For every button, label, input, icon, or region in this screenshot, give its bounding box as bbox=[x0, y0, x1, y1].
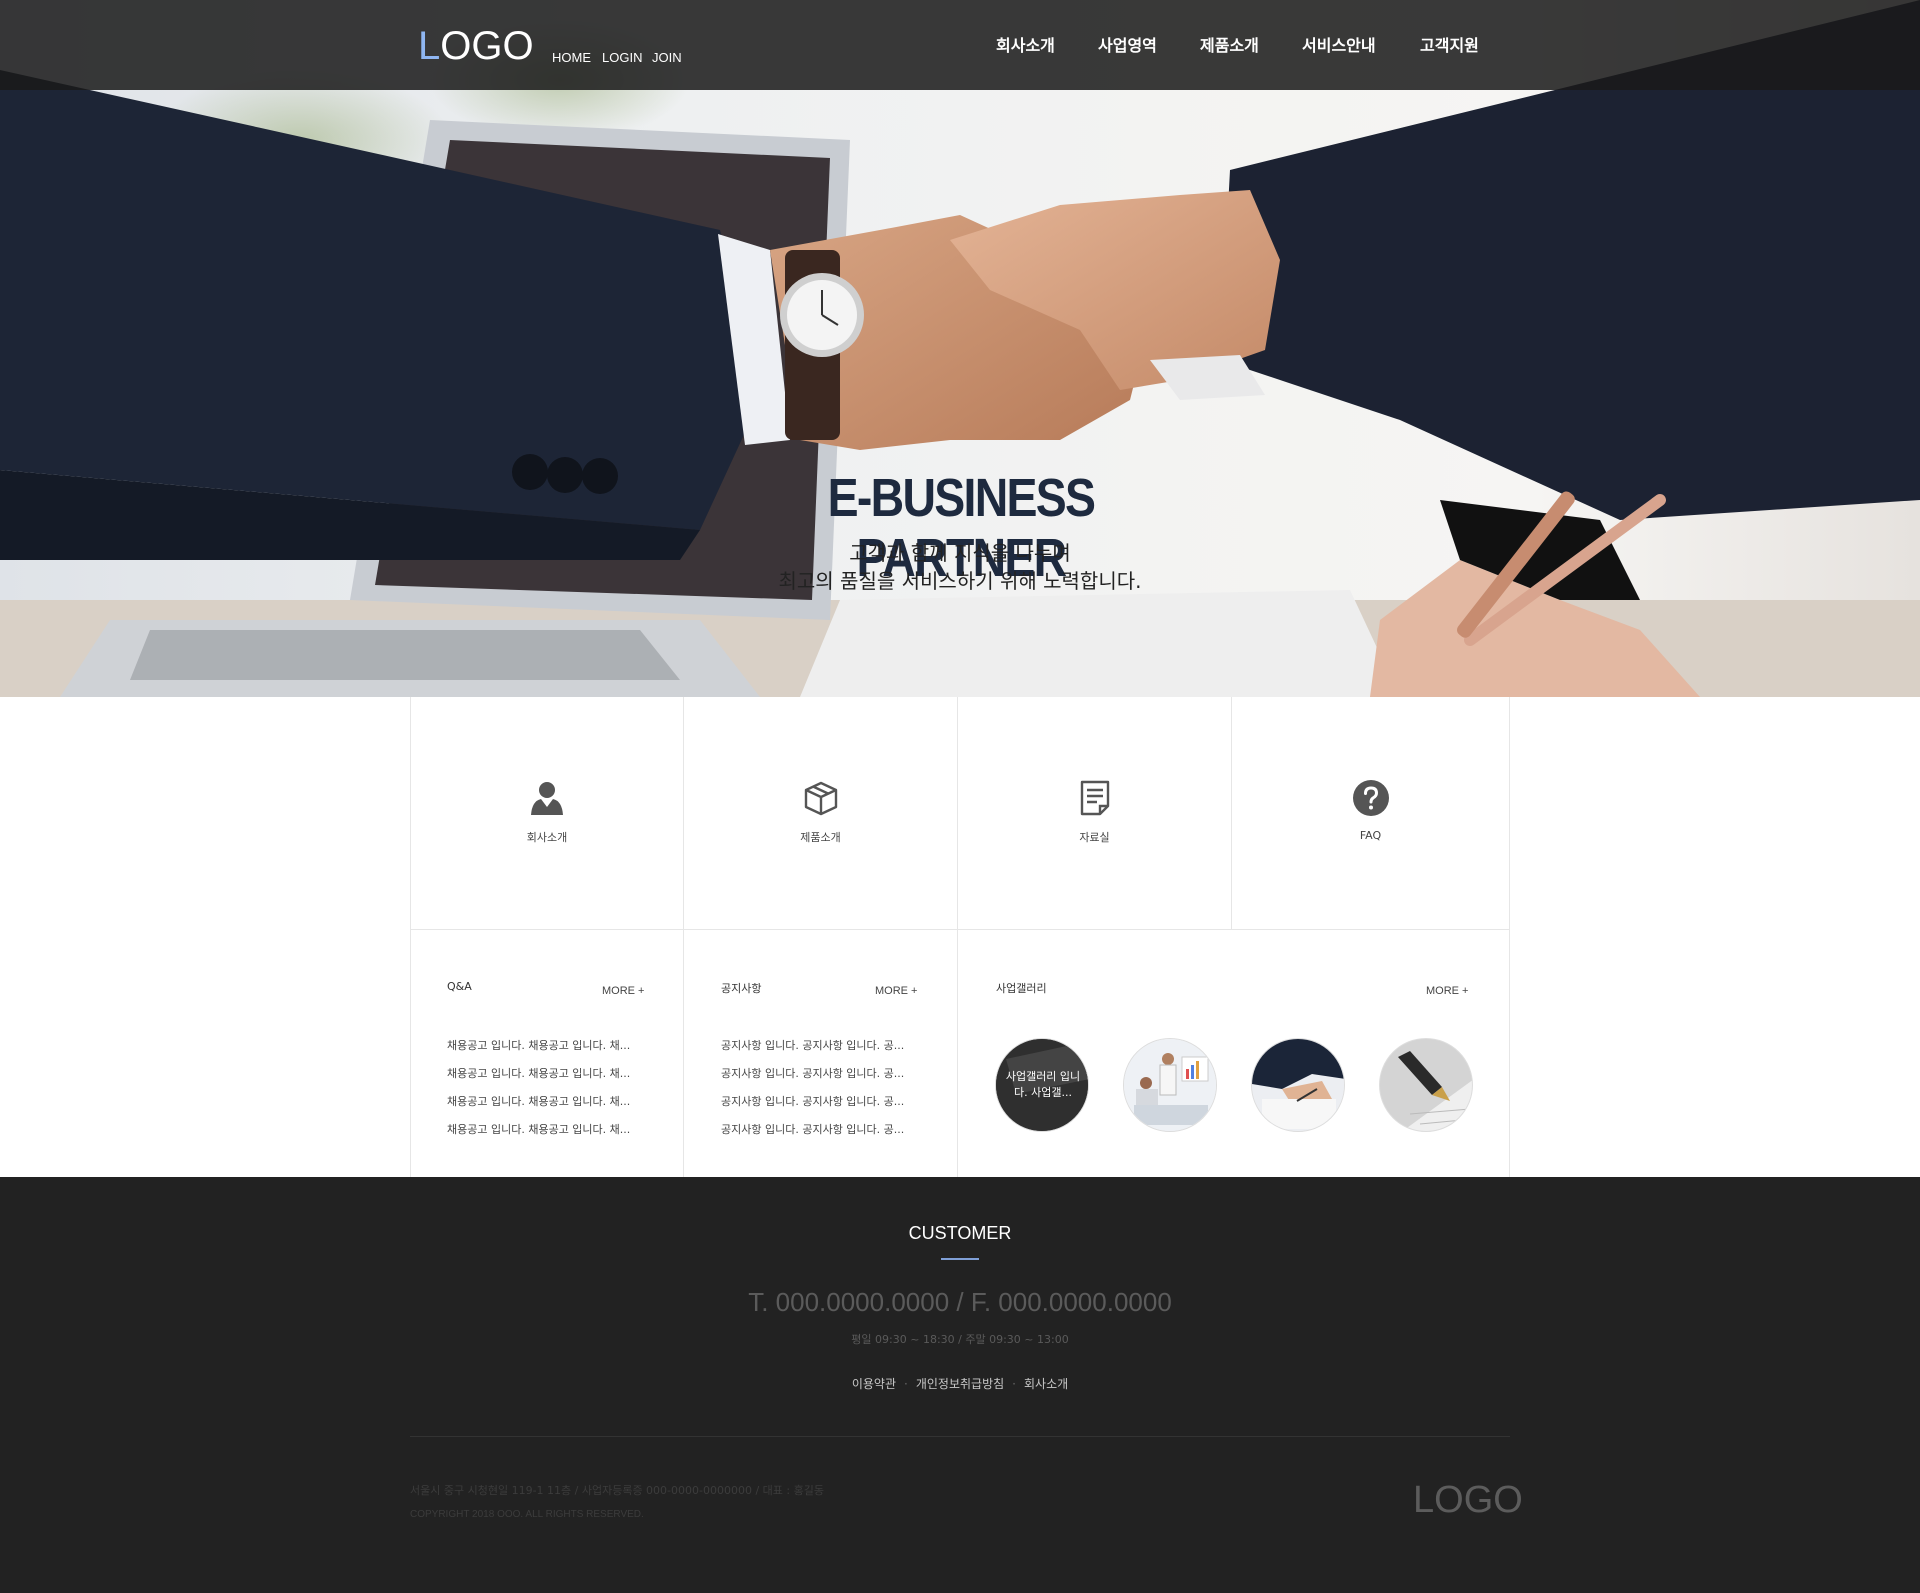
gallery-image bbox=[1252, 1039, 1344, 1131]
footer-links: 이용약관 · 개인정보취급방침 · 회사소개 bbox=[660, 1375, 1260, 1392]
qna-item[interactable]: 채용공고 입니다. 채용공고 입니다. 채... bbox=[447, 1121, 647, 1137]
title-underline bbox=[941, 1258, 979, 1260]
home-link[interactable]: HOME bbox=[552, 50, 591, 65]
notice-more-link[interactable]: MORE + bbox=[875, 985, 917, 997]
top-header: LOGO HOME LOGIN JOIN 회사소개 사업영역 제품소개 서비스안… bbox=[0, 0, 1920, 90]
footer-divider bbox=[410, 1436, 1510, 1437]
business-hours: 평일 09:30 ~ 18:30 / 주말 09:30 ~ 13:00 bbox=[851, 1333, 1069, 1346]
gallery-caption: 사업갤러리 입니다. 사업갤... bbox=[1005, 1070, 1081, 1099]
notice-item[interactable]: 공지사항 입니다. 공지사항 입니다. 공... bbox=[721, 1037, 921, 1053]
nav-item-support[interactable]: 고객지원 bbox=[1420, 32, 1479, 56]
notice-title: 공지사항 bbox=[721, 982, 762, 995]
hero-subtitle-line2: 최고의 품질을 서비스하기 위해 노력합니다. bbox=[778, 569, 1142, 593]
gallery-title: 사업갤러리 bbox=[996, 982, 1047, 995]
gallery-thumb[interactable] bbox=[1379, 1038, 1473, 1132]
qna-title: Q&A bbox=[447, 980, 472, 993]
hero-subtitle-line1: 고객과 함께 지식을 나누며 bbox=[849, 541, 1071, 565]
quick-item-company[interactable]: 회사소개 bbox=[410, 697, 684, 930]
gallery-image bbox=[1380, 1039, 1472, 1131]
qna-board: Q&A MORE + 채용공고 입니다. 채용공고 입니다. 채... 채용공고… bbox=[410, 930, 684, 1177]
qna-more-link[interactable]: MORE + bbox=[602, 985, 644, 997]
privacy-link[interactable]: 개인정보취급방침 bbox=[916, 1377, 1004, 1391]
gallery-thumb[interactable]: 사업갤러리 입니다. 사업갤... bbox=[995, 1038, 1089, 1132]
nav-item-services[interactable]: 서비스안내 bbox=[1302, 32, 1376, 56]
phone-fax: T. 000.0000.0000 / F. 000.0000.0000 bbox=[748, 1287, 1172, 1317]
notice-item[interactable]: 공지사항 입니다. 공지사항 입니다. 공... bbox=[721, 1121, 921, 1137]
footer-logo: LOGO bbox=[1413, 1479, 1523, 1521]
company-link[interactable]: 회사소개 bbox=[1024, 1377, 1068, 1391]
login-link[interactable]: LOGIN bbox=[602, 50, 642, 65]
company-address: 서울시 중구 시청현일 119-1 11층 / 사업자등록증 000-0000-… bbox=[410, 1484, 824, 1497]
notice-item[interactable]: 공지사항 입니다. 공지사항 입니다. 공... bbox=[721, 1065, 921, 1081]
qna-item[interactable]: 채용공고 입니다. 채용공고 입니다. 채... bbox=[447, 1065, 647, 1081]
quick-label: 제품소개 bbox=[800, 831, 841, 844]
qna-item[interactable]: 채용공고 입니다. 채용공고 입니다. 채... bbox=[447, 1093, 647, 1109]
separator: · bbox=[1012, 1377, 1016, 1391]
nav-item-products[interactable]: 제품소개 bbox=[1200, 32, 1259, 56]
join-link[interactable]: JOIN bbox=[652, 50, 682, 65]
separator: · bbox=[904, 1377, 908, 1391]
quick-label: 회사소개 bbox=[526, 831, 568, 844]
site-logo[interactable]: LOGO bbox=[418, 20, 534, 72]
gallery-more-link[interactable]: MORE + bbox=[1426, 985, 1468, 997]
gallery-thumb[interactable] bbox=[1123, 1038, 1217, 1132]
person-icon bbox=[531, 782, 563, 815]
quick-label: 자료실 bbox=[1079, 831, 1110, 844]
terms-link[interactable]: 이용약관 bbox=[852, 1377, 896, 1391]
quick-item-faq[interactable]: FAQ bbox=[1232, 697, 1510, 930]
quick-label: FAQ bbox=[1359, 829, 1382, 842]
footer: CUSTOMER T. 000.0000.0000 / F. 000.0000.… bbox=[0, 1177, 1920, 1593]
gallery-image bbox=[1124, 1039, 1216, 1131]
box-icon bbox=[804, 781, 837, 816]
nav-item-business[interactable]: 사업영역 bbox=[1098, 32, 1157, 56]
quick-item-archive[interactable]: 자료실 bbox=[958, 697, 1232, 930]
customer-title: CUSTOMER bbox=[908, 1223, 1012, 1243]
notice-board: 공지사항 MORE + 공지사항 입니다. 공지사항 입니다. 공... 공지사… bbox=[684, 930, 958, 1177]
notice-item[interactable]: 공지사항 입니다. 공지사항 입니다. 공... bbox=[721, 1093, 921, 1109]
nav-item-company[interactable]: 회사소개 bbox=[996, 32, 1055, 56]
question-icon bbox=[1352, 780, 1389, 816]
copyright: COPYRIGHT 2018 OOO. ALL RIGHTS RESERVED. bbox=[410, 1509, 644, 1520]
quick-item-products[interactable]: 제품소개 bbox=[684, 697, 958, 930]
qna-item[interactable]: 채용공고 입니다. 채용공고 입니다. 채... bbox=[447, 1037, 647, 1053]
document-icon bbox=[1080, 780, 1109, 816]
gallery-thumb[interactable] bbox=[1251, 1038, 1345, 1132]
